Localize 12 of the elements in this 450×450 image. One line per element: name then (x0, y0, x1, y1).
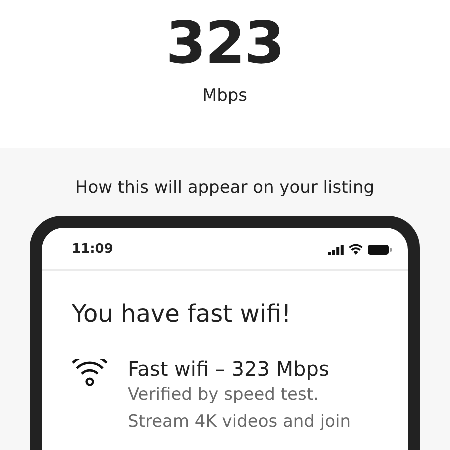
speed-unit: Mbps (202, 86, 248, 106)
amenity-description: Verified by speed test. (128, 384, 320, 407)
wifi-icon (72, 359, 108, 387)
card-title: You have fast wifi! (72, 299, 292, 329)
status-time: 11:09 (72, 242, 114, 257)
speed-value: 323 (166, 12, 284, 74)
wifi-icon (349, 244, 363, 255)
amenity-description: Stream 4K videos and join (128, 411, 351, 434)
signal-icon (328, 244, 344, 254)
amenity-name: Fast wifi – 323 Mbps (128, 356, 330, 382)
preview-heading: How this will appear on your listing (75, 177, 375, 199)
battery-icon (368, 244, 392, 254)
